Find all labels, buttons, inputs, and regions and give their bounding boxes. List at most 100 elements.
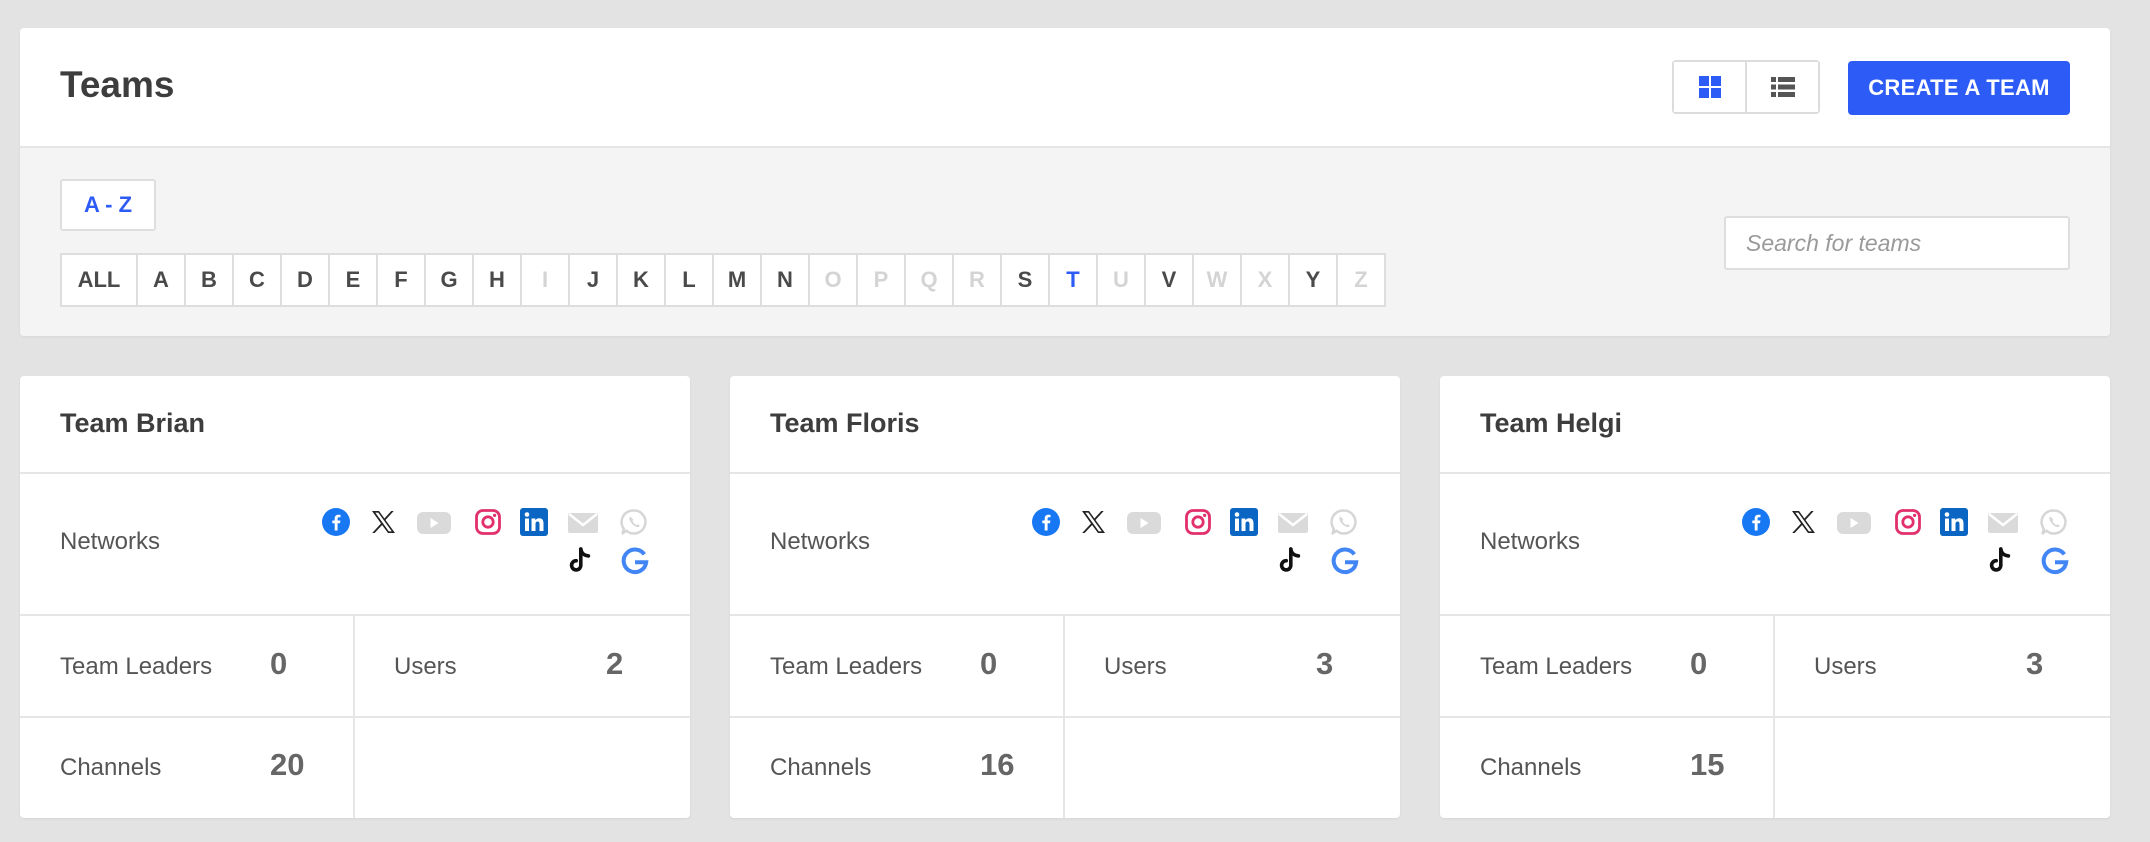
team-leaders-label: Team Leaders bbox=[770, 653, 923, 680]
alphabet-filter-o: O bbox=[808, 255, 856, 305]
linkedin-icon bbox=[1940, 508, 1968, 541]
users-count: 3 bbox=[1316, 646, 1334, 681]
column-divider bbox=[1773, 616, 1775, 818]
team-card[interactable]: Team Brian Networks Team Leaders 0 Users 2 Cha… bbox=[20, 376, 690, 818]
header-top: Teams CREATE A TEAM bbox=[20, 28, 2110, 148]
networks-label: Networks bbox=[770, 528, 871, 555]
team-card-header: Team Brian bbox=[20, 376, 690, 474]
facebook-icon bbox=[1032, 508, 1060, 541]
column-divider bbox=[353, 616, 355, 818]
facebook-icon bbox=[322, 508, 350, 541]
alphabet-filter-y[interactable]: Y bbox=[1288, 255, 1336, 305]
linkedin-icon bbox=[520, 508, 548, 541]
team-name: Team Helgi bbox=[1480, 408, 1623, 438]
x-icon bbox=[1789, 508, 1817, 541]
list-icon bbox=[1770, 77, 1795, 97]
view-toggle bbox=[1672, 60, 1820, 114]
x-icon bbox=[369, 508, 397, 541]
facebook-icon bbox=[1742, 508, 1770, 541]
email-icon bbox=[568, 508, 598, 541]
email-icon bbox=[1278, 508, 1308, 541]
grid-icon bbox=[1698, 76, 1721, 98]
alphabet-filter-r: R bbox=[952, 255, 1000, 305]
alphabet-filter-h[interactable]: H bbox=[472, 255, 520, 305]
alphabet-filter-p: P bbox=[856, 255, 904, 305]
alphabet-filter-k[interactable]: K bbox=[616, 255, 664, 305]
users-count: 2 bbox=[606, 646, 624, 681]
alphabet-filter-u: U bbox=[1096, 255, 1144, 305]
column-divider bbox=[1063, 616, 1065, 818]
alphabet-filter-t[interactable]: T bbox=[1048, 255, 1096, 305]
youtube-icon bbox=[1127, 508, 1161, 541]
alphabet-filter: ALL A B C D E F G H I J K L M N O P Q R S T U V W X Y Z bbox=[60, 253, 1386, 307]
youtube-icon bbox=[1837, 508, 1871, 541]
alphabet-filter-g[interactable]: G bbox=[424, 255, 472, 305]
team-card[interactable]: Team Floris Networks Team Leaders 0 Users 3 Ch… bbox=[730, 376, 1400, 818]
team-card[interactable]: Team Helgi Networks Team Leaders 0 Users 3 Cha… bbox=[1440, 376, 2110, 818]
networks-row: Networks bbox=[730, 474, 1400, 616]
youtube-icon bbox=[417, 508, 451, 541]
x-icon bbox=[1079, 508, 1107, 541]
team-leaders-label: Team Leaders bbox=[1480, 653, 1633, 680]
search-teams-input[interactable] bbox=[1724, 216, 2070, 270]
channels-count: 15 bbox=[1690, 747, 1725, 782]
tiktok-icon bbox=[1986, 546, 2014, 581]
alphabet-filter-b[interactable]: B bbox=[184, 255, 232, 305]
filter-bar: A - Z ALL A B C D E F G H I J K L M N O P Q R S T U V W X Y Z bbox=[20, 148, 2110, 336]
channels-label: Channels bbox=[770, 754, 872, 781]
tiktok-icon bbox=[566, 546, 594, 581]
team-leaders-count: 0 bbox=[980, 646, 998, 681]
alphabet-filter-n[interactable]: N bbox=[760, 255, 808, 305]
whatsapp-icon bbox=[2040, 508, 2068, 541]
channels-count: 16 bbox=[980, 747, 1015, 782]
networks-label: Networks bbox=[1480, 528, 1581, 555]
google-icon bbox=[1330, 546, 1360, 581]
users-label: Users bbox=[394, 653, 457, 680]
email-icon bbox=[1988, 508, 2018, 541]
alphabet-filter-d[interactable]: D bbox=[280, 255, 328, 305]
whatsapp-icon bbox=[1330, 508, 1358, 541]
channels-count: 20 bbox=[270, 747, 305, 782]
linkedin-icon bbox=[1230, 508, 1258, 541]
networks-row: Networks bbox=[20, 474, 690, 616]
networks-label: Networks bbox=[60, 528, 161, 555]
instagram-icon bbox=[1184, 508, 1212, 541]
users-label: Users bbox=[1814, 653, 1877, 680]
alphabet-filter-f[interactable]: F bbox=[376, 255, 424, 305]
channels-label: Channels bbox=[60, 754, 162, 781]
stats-row: Channels 20 bbox=[20, 718, 690, 818]
alphabet-filter-i: I bbox=[520, 255, 568, 305]
google-icon bbox=[2040, 546, 2070, 581]
stats-row: Channels 15 bbox=[1440, 718, 2110, 818]
grid-view-button[interactable] bbox=[1674, 62, 1745, 112]
page-title: Teams bbox=[60, 64, 175, 105]
alphabet-filter-q: Q bbox=[904, 255, 952, 305]
users-count: 3 bbox=[2026, 646, 2044, 681]
create-team-button[interactable]: CREATE A TEAM bbox=[1848, 61, 2070, 115]
alphabet-filter-l[interactable]: L bbox=[664, 255, 712, 305]
networks-row: Networks bbox=[1440, 474, 2110, 616]
alphabet-filter-w: W bbox=[1192, 255, 1240, 305]
alphabet-filter-j[interactable]: J bbox=[568, 255, 616, 305]
team-name: Team Brian bbox=[60, 408, 206, 438]
alphabet-filter-v[interactable]: V bbox=[1144, 255, 1192, 305]
alphabet-filter-all[interactable]: ALL bbox=[62, 255, 136, 305]
team-leaders-count: 0 bbox=[1690, 646, 1708, 681]
google-icon bbox=[620, 546, 650, 581]
alphabet-filter-m[interactable]: M bbox=[712, 255, 760, 305]
alphabet-filter-s[interactable]: S bbox=[1000, 255, 1048, 305]
alphabet-filter-e[interactable]: E bbox=[328, 255, 376, 305]
sort-a-z-button[interactable]: A - Z bbox=[60, 179, 156, 231]
stats-row: Team Leaders 0 Users 2 bbox=[20, 616, 690, 718]
alphabet-filter-a[interactable]: A bbox=[136, 255, 184, 305]
alphabet-filter-c[interactable]: C bbox=[232, 255, 280, 305]
stats-row: Channels 16 bbox=[730, 718, 1400, 818]
stats-row: Team Leaders 0 Users 3 bbox=[730, 616, 1400, 718]
tiktok-icon bbox=[1276, 546, 1304, 581]
team-leaders-count: 0 bbox=[270, 646, 288, 681]
team-leaders-label: Team Leaders bbox=[60, 653, 213, 680]
instagram-icon bbox=[474, 508, 502, 541]
stats-row: Team Leaders 0 Users 3 bbox=[1440, 616, 2110, 718]
users-label: Users bbox=[1104, 653, 1167, 680]
list-view-button[interactable] bbox=[1745, 62, 1818, 112]
